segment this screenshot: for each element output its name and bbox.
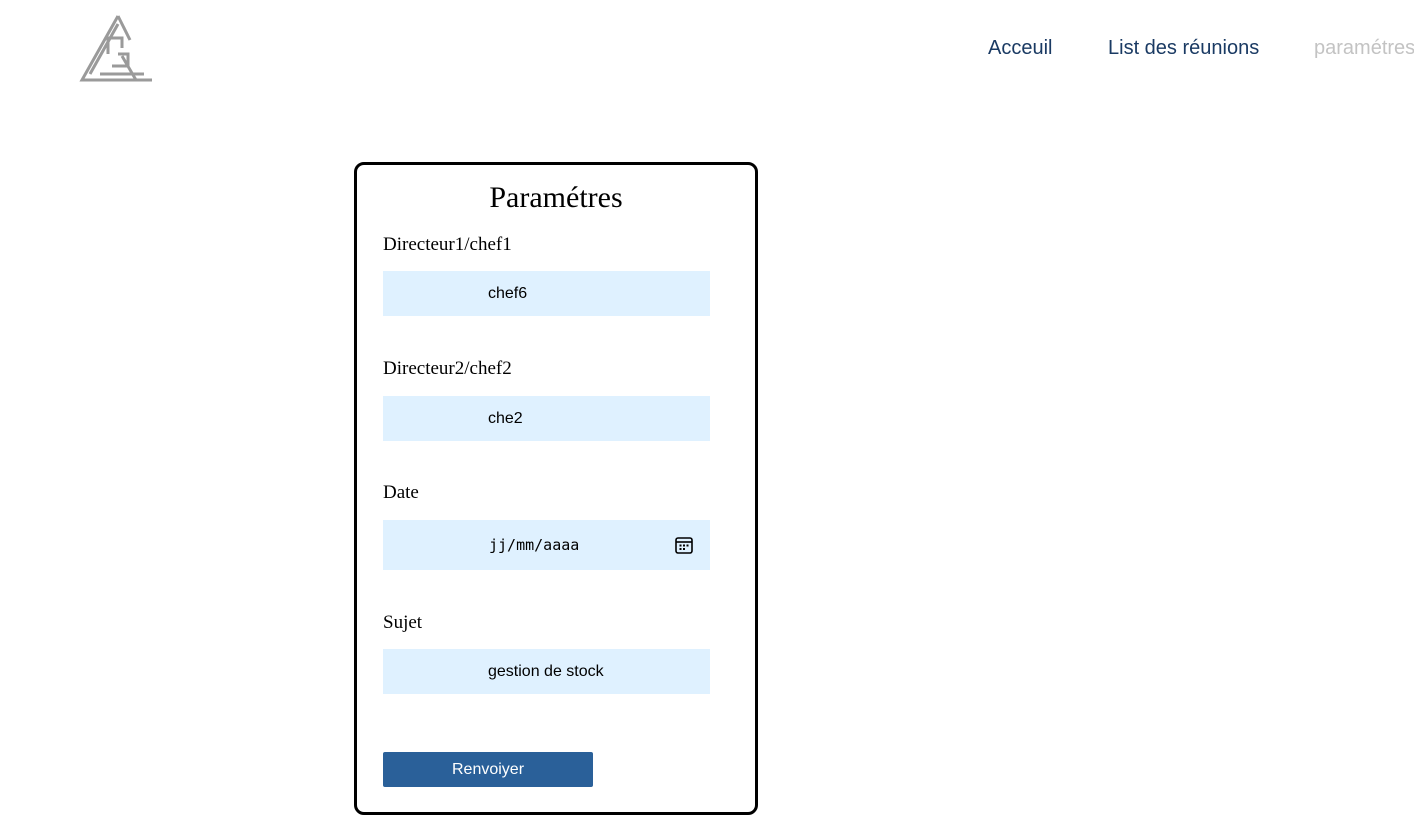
subject-label: Sujet: [383, 612, 423, 633]
date-placeholder: jj/mm/aaaa: [489, 536, 580, 554]
logo-icon: [79, 15, 152, 82]
director1-input[interactable]: [383, 271, 710, 316]
form-title: Paramétres: [489, 181, 623, 214]
settings-form-card: Paramétres Directeur1/chef1 Directeur2/c…: [354, 162, 758, 815]
subject-input[interactable]: [383, 649, 710, 694]
date-input[interactable]: jj/mm/aaaa: [383, 520, 710, 570]
nav-meetings-link[interactable]: List des réunions: [1108, 36, 1259, 60]
nav-home-link[interactable]: Acceuil: [988, 36, 1052, 60]
director2-label: Directeur2/chef2: [383, 358, 512, 379]
director2-input[interactable]: [383, 396, 710, 441]
director1-label: Directeur1/chef1: [383, 234, 512, 255]
date-label: Date: [383, 482, 419, 503]
calendar-icon[interactable]: [674, 535, 694, 555]
nav-settings-link[interactable]: paramétres: [1314, 36, 1414, 60]
submit-button[interactable]: Renvoiyer: [383, 752, 593, 787]
